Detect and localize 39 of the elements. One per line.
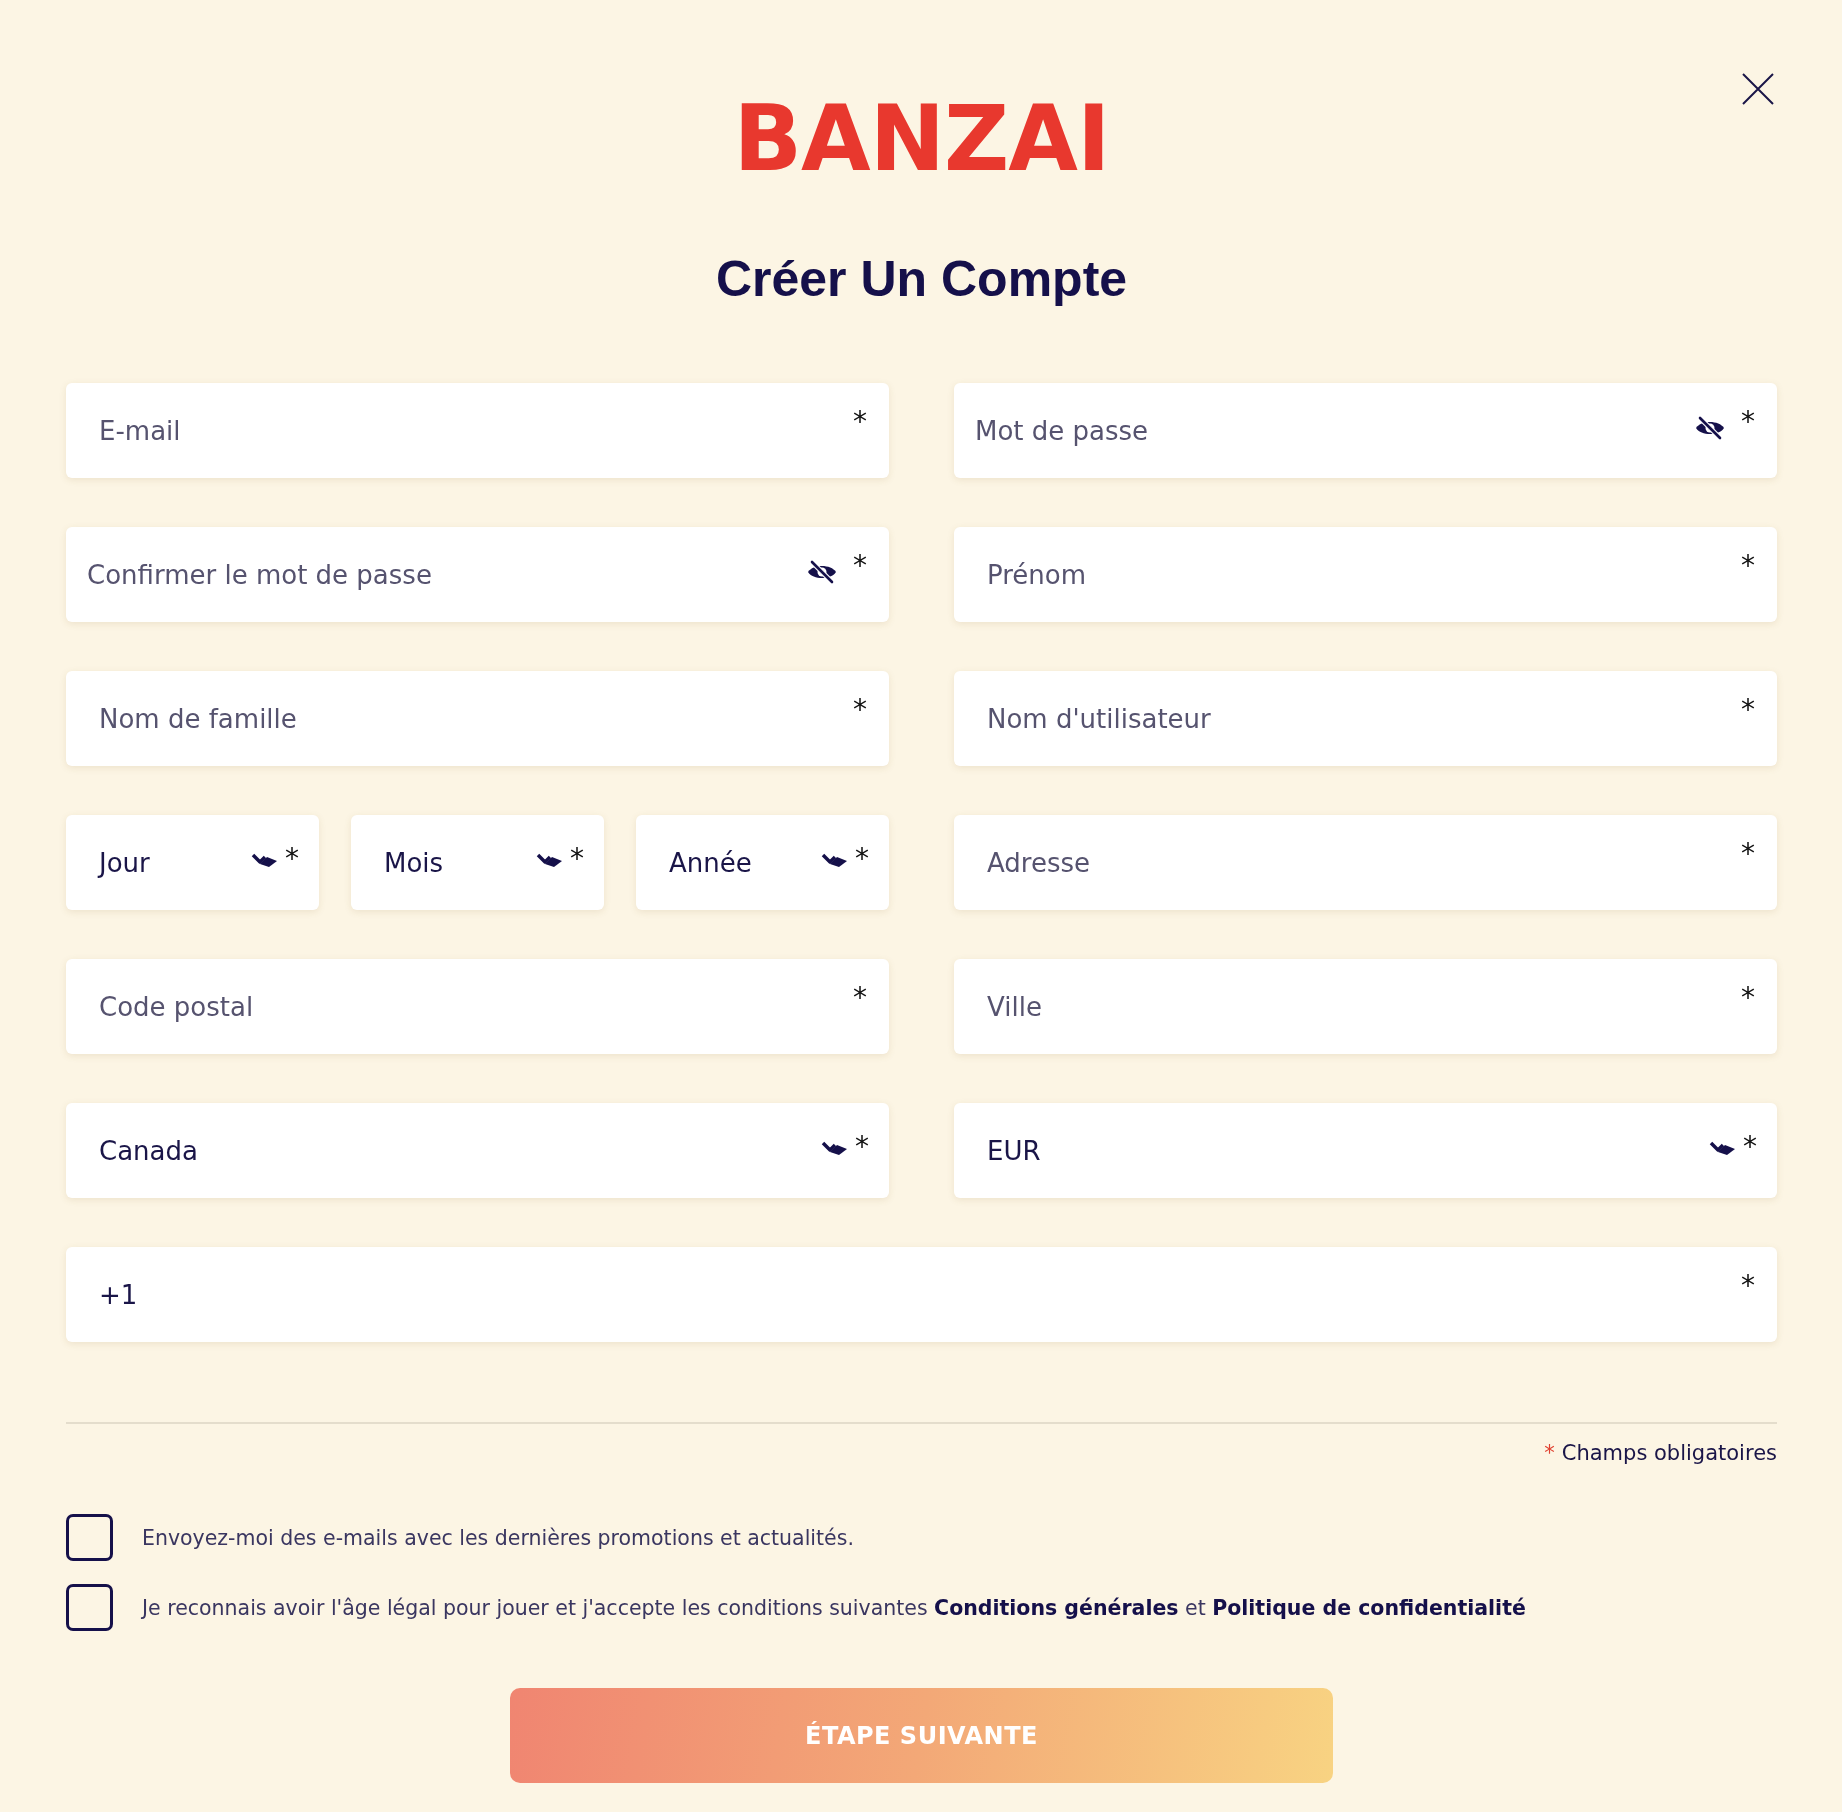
required-mark: * [855,1132,869,1161]
required-mark: * [1741,1272,1755,1300]
required-mark: * [855,844,869,873]
dropdown-field[interactable]: Jour * [66,815,319,910]
eye-slash-icon[interactable] [1695,415,1725,441]
brand-logo: BANZAI [733,98,1110,180]
dropdown-field[interactable]: EUR * [954,1103,1777,1198]
required-mark: * [1741,840,1755,868]
consent-text: Envoyez-moi des e-mails avec les dernières promotions et actualités. [142,1524,854,1552]
close-button[interactable] [1742,73,1774,105]
page-title: Créer Un Compte [715,250,1128,308]
chevron-down-icon [1709,1139,1737,1156]
required-mark: * [1544,1440,1555,1467]
required-mark: * [1741,984,1755,1012]
required-note: Champs obligatoires [1561,1440,1777,1467]
eye-slash-icon[interactable] [807,559,837,585]
consent-link[interactable]: Conditions générales [934,1595,1179,1620]
dropdown-field[interactable]: Année * [636,815,889,910]
required-mark: * [570,844,584,873]
required-mark: * [853,408,867,436]
required-mark: * [1741,552,1755,580]
dropdown-field[interactable]: Canada * [66,1103,889,1198]
consent-link[interactable]: Politique de confidentialité [1212,1595,1526,1620]
required-mark: * [285,844,299,873]
consent-text: Je reconnais avoir l'âge légal pour jouer et j'accepte les conditions suivantes Conditions générales et Politique de confidentialité [142,1594,1526,1622]
chevron-down-icon [821,851,849,868]
required-mark: * [853,984,867,1012]
close-icon [1742,73,1774,105]
checkbox[interactable] [66,1584,113,1631]
chevron-down-icon [821,1139,849,1156]
required-mark: * [1741,696,1755,724]
required-mark: * [853,696,867,724]
chevron-down-icon [251,851,279,868]
chevron-down-icon [536,851,564,868]
required-mark: * [853,552,867,580]
required-mark: * [1743,1132,1757,1161]
checkbox[interactable] [66,1514,113,1561]
required-mark: * [1741,408,1755,436]
dropdown-field[interactable]: Mois * [351,815,604,910]
